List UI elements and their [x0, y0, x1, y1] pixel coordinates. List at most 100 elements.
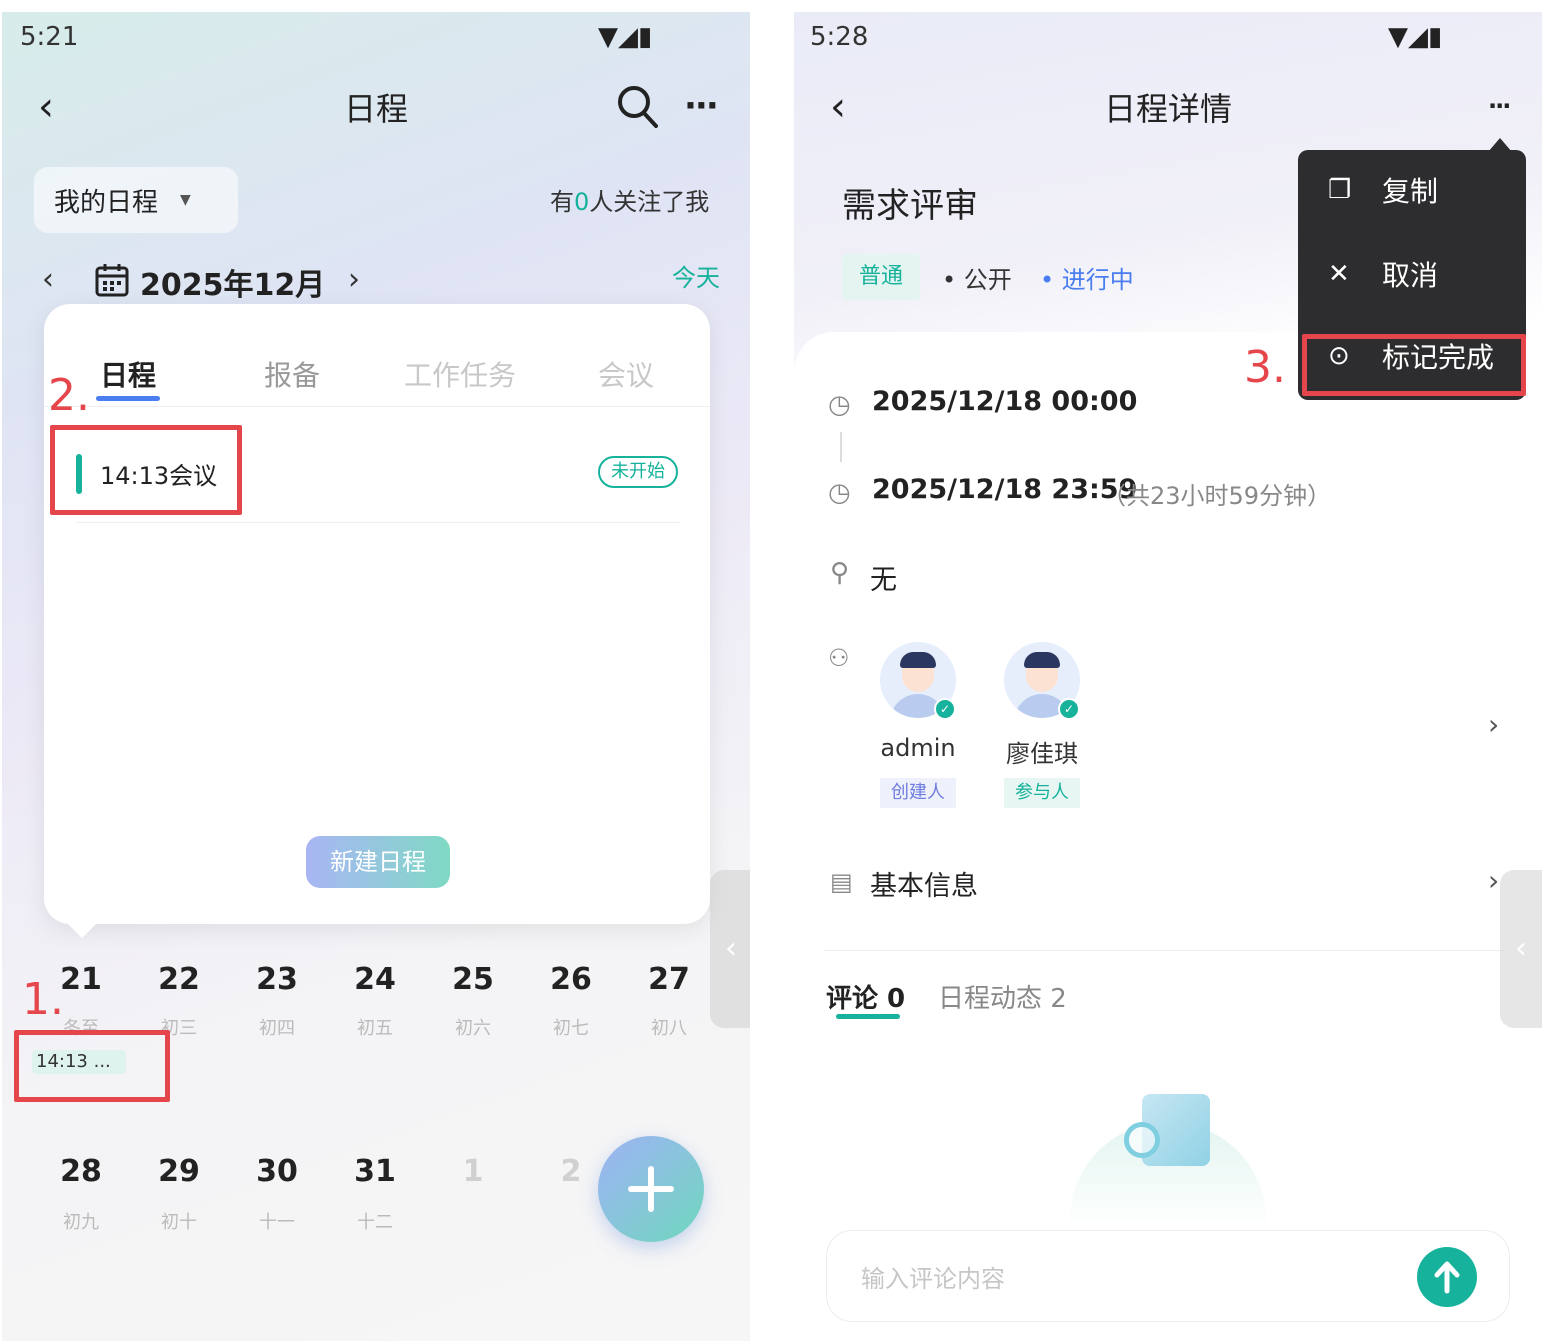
caret-down-icon: ▼ — [180, 192, 191, 208]
tab-schedule[interactable]: 日程 — [100, 354, 156, 394]
calendar-day[interactable]: 25 — [424, 962, 522, 997]
event-divider — [76, 522, 680, 523]
day-events-popup: 日程 报备 工作任务 会议 14:13会议 未开始 新建日程 — [44, 304, 710, 924]
calendar-icon — [94, 262, 130, 302]
follow-suffix: 人关注了我 — [589, 188, 710, 216]
calendar-day[interactable]: 31 — [326, 1154, 424, 1189]
calendar-screen: 5:21 ▼◢▮ ‹ 日程 ··· 我的日程 ▼ 有0人关注了我 ‹ 2025年… — [2, 12, 750, 1341]
calendar-day-lunar: 初九 — [63, 1212, 99, 1233]
clock-icon: ◷ — [828, 478, 851, 508]
basic-info-chevron-icon[interactable]: › — [1488, 864, 1499, 897]
calendar-day[interactable]: 29 — [130, 1154, 228, 1189]
arrow-up-icon — [1434, 1261, 1460, 1294]
plus-icon — [628, 1166, 674, 1212]
calendar-day-lunar: 初十 — [161, 1212, 197, 1233]
location-pin-icon: ⚲ — [830, 558, 850, 588]
calendar-day[interactable]: 27 — [620, 962, 718, 997]
event-title: 需求评审 — [842, 186, 978, 226]
end-time: 2025/12/18 23:59 — [872, 474, 1138, 505]
more-icon[interactable]: ··· — [1488, 92, 1511, 120]
calendar-day-lunar: 初七 — [553, 1018, 589, 1039]
verified-check-icon: ✓ — [934, 698, 956, 720]
copy-icon: ❐ — [1328, 175, 1352, 205]
tab-work-tasks[interactable]: 工作任务 — [404, 354, 516, 394]
calendar-day-lunar: 初四 — [259, 1018, 295, 1039]
page-title: 日程详情 — [1103, 90, 1232, 128]
time-connector — [840, 432, 842, 462]
document-icon: ▤ — [830, 868, 853, 896]
section-divider — [824, 950, 1504, 951]
status-icons: ▼◢▮ — [598, 22, 653, 52]
send-button[interactable] — [1417, 1247, 1477, 1307]
participants-chevron-icon[interactable]: › — [1488, 708, 1499, 741]
tab-comments[interactable]: 评论 0 — [826, 978, 905, 1015]
side-collapse-handle[interactable]: ‹ — [1500, 870, 1542, 1028]
search-icon[interactable] — [616, 84, 660, 134]
popup-arrow — [64, 920, 100, 938]
menu-copy-label: 复制 — [1382, 175, 1439, 208]
comment-input[interactable]: 输入评论内容 — [826, 1230, 1510, 1322]
participant-admin[interactable]: ✓ admin 创建人 — [878, 642, 958, 812]
participant-member[interactable]: ✓ 廖佳琪 参与人 — [1002, 642, 1082, 812]
calendar-day-lunar: 初八 — [651, 1018, 687, 1039]
tab-activity[interactable]: 日程动态 2 — [938, 978, 1067, 1015]
side-collapse-handle[interactable]: ‹ — [710, 870, 750, 1028]
annotation-box-event — [50, 425, 242, 515]
calendar-day[interactable]: 28 — [32, 1154, 130, 1189]
annotation-number-1: 1. — [22, 974, 64, 1025]
today-button[interactable]: 今天 — [672, 258, 720, 293]
back-icon[interactable]: ‹ — [38, 84, 54, 130]
calendar-day-lunar: 十一 — [259, 1212, 295, 1233]
event-status-badge: 未开始 — [598, 456, 678, 488]
new-schedule-button[interactable]: 新建日程 — [306, 836, 450, 888]
verified-check-icon: ✓ — [1058, 698, 1080, 720]
tab-meetings[interactable]: 会议 — [598, 354, 654, 394]
calendar-day[interactable]: 22 — [130, 962, 228, 997]
month-label: 2025年12月 — [140, 268, 326, 303]
comment-placeholder: 输入评论内容 — [861, 1265, 1005, 1293]
annotation-number-3: 3. — [1244, 342, 1286, 393]
filter-label: 我的日程 — [54, 187, 159, 218]
visibility-label: 公开 — [963, 266, 1012, 294]
schedule-detail-screen: 5:28 ▼◢▮ ‹ 日程详情 ··· 需求评审 普通 • 公开 • 进行中 ◷… — [794, 12, 1542, 1341]
follow-count: 0 — [574, 188, 590, 216]
calendar-day[interactable]: 26 — [522, 962, 620, 997]
annotation-number-2: 2. — [48, 370, 90, 421]
location: 无 — [870, 565, 897, 596]
duration: （共23小时59分钟） — [1102, 482, 1332, 510]
tab-report[interactable]: 报备 — [264, 354, 320, 394]
calendar-day-lunar: 十二 — [357, 1212, 393, 1233]
back-icon[interactable]: ‹ — [830, 84, 846, 130]
active-tab-indicator — [96, 396, 160, 401]
role-badge: 创建人 — [880, 778, 956, 808]
status-time: 5:28 — [810, 22, 869, 52]
start-time: 2025/12/18 00:00 — [872, 386, 1138, 417]
participant-name: 廖佳琪 — [1006, 740, 1078, 768]
status-label: 进行中 — [1061, 266, 1134, 294]
more-icon[interactable]: ··· — [684, 86, 719, 126]
calendar-day[interactable]: 1 — [424, 1154, 522, 1189]
participant-name: admin — [880, 734, 956, 762]
calendar-filter-dropdown[interactable]: 我的日程 ▼ — [34, 167, 238, 233]
annotation-box-mark-complete — [1302, 334, 1526, 396]
people-icon: ⚇ — [828, 644, 850, 672]
follow-prefix: 有 — [550, 188, 574, 216]
clock-icon: ◷ — [828, 390, 851, 420]
next-month-icon[interactable]: › — [348, 262, 360, 297]
visibility-tag: • 公开 — [942, 266, 1012, 294]
role-badge: 参与人 — [1004, 778, 1080, 808]
prev-month-icon[interactable]: ‹ — [42, 262, 54, 297]
empty-comments-illustration — [1070, 1082, 1266, 1318]
basic-info-row[interactable]: 基本信息 — [870, 864, 978, 903]
status-tag: • 进行中 — [1040, 266, 1134, 294]
add-schedule-fab[interactable] — [598, 1136, 704, 1242]
menu-cancel[interactable]: ✕ 取消 — [1298, 234, 1526, 314]
calendar-day[interactable]: 23 — [228, 962, 326, 997]
calendar-day[interactable]: 30 — [228, 1154, 326, 1189]
status-time: 5:21 — [20, 22, 79, 52]
calendar-day[interactable]: 24 — [326, 962, 424, 997]
tabs-divider — [44, 406, 710, 407]
menu-copy[interactable]: ❐ 复制 — [1298, 150, 1526, 230]
calendar-day-lunar: 初六 — [455, 1018, 491, 1039]
follow-info[interactable]: 有0人关注了我 — [550, 182, 709, 217]
